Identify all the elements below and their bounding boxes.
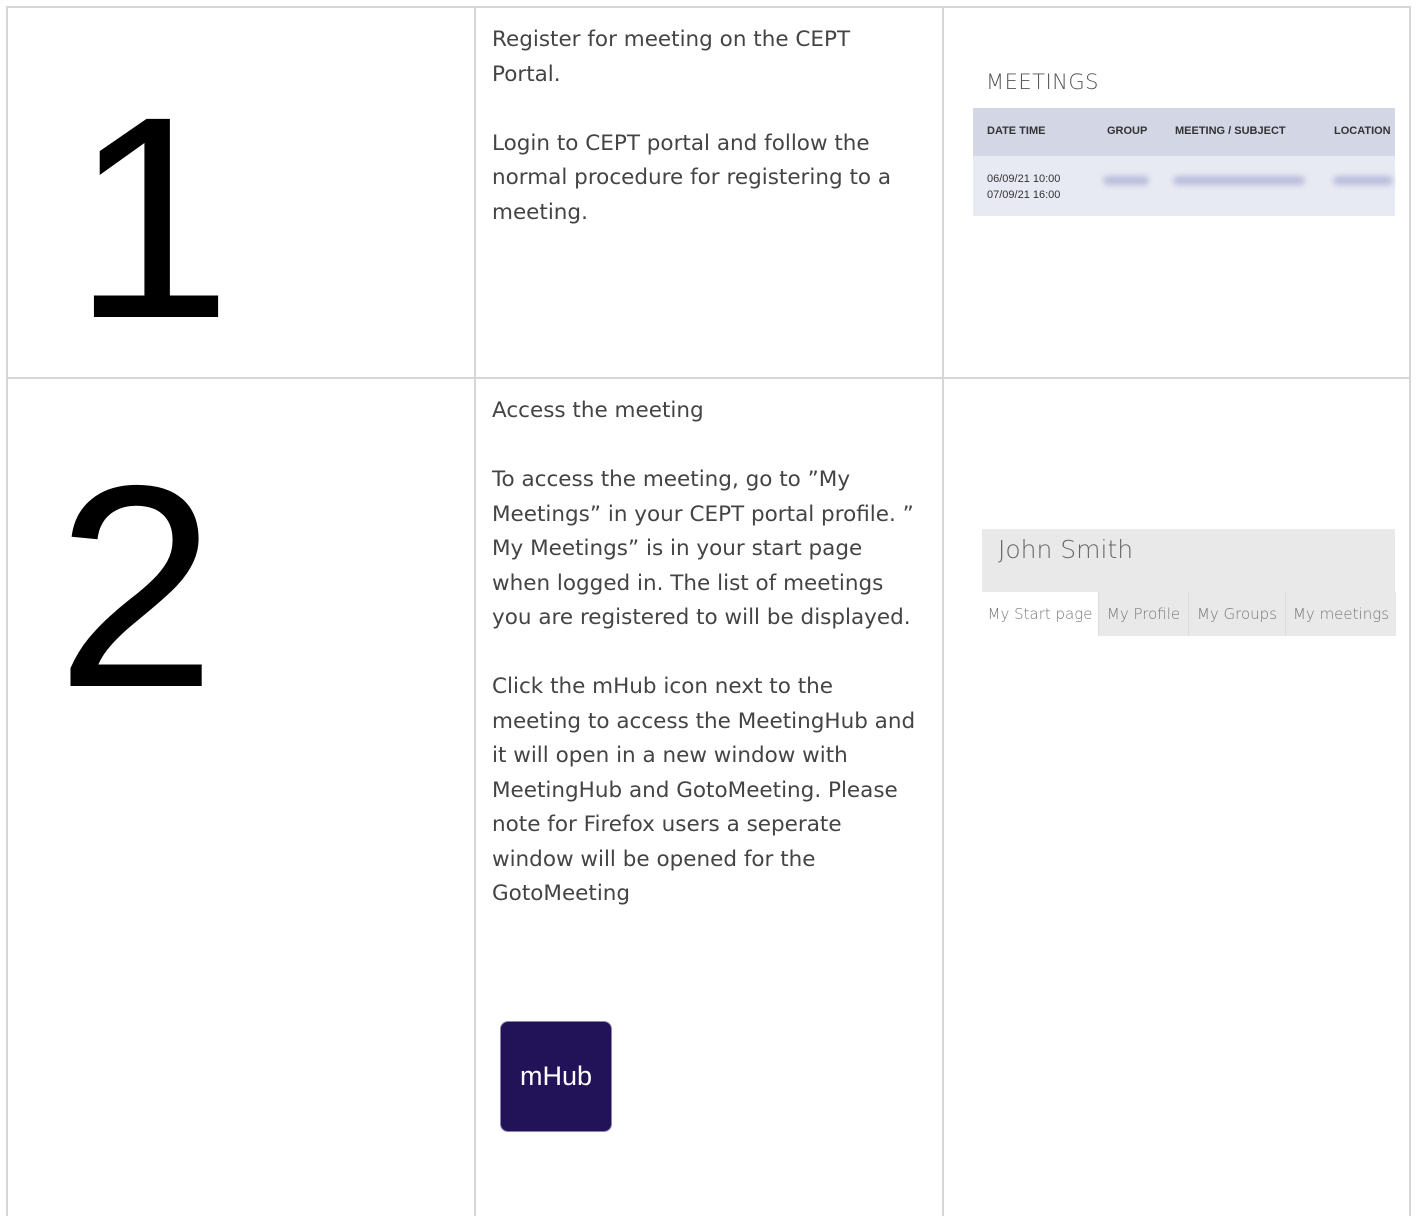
step-2-instructions: Access the meeting To access the meeting… xyxy=(492,394,922,912)
step-number-1: 1 xyxy=(72,57,233,379)
table-row[interactable]: 06/09/21 10:00 07/09/21 16:00 xyxy=(973,156,1395,216)
redacted-subject xyxy=(1173,176,1305,185)
redacted-location xyxy=(1333,176,1393,185)
step-1-instructions: Register for meeting on the CEPT Portal.… xyxy=(492,23,922,230)
tab-my-profile[interactable]: My Profile xyxy=(1098,592,1188,636)
mhub-label: mHub xyxy=(519,1061,593,1091)
meetings-table-header: DATE TIME GROUP MEETING / SUBJECT LOCATI… xyxy=(973,108,1395,156)
meeting-end: 07/09/21 16:00 xyxy=(987,189,1061,201)
column-divider-2 xyxy=(942,6,944,1216)
mhub-icon[interactable]: mHub xyxy=(500,1021,612,1132)
column-date-time: DATE TIME xyxy=(987,125,1046,137)
column-location: LOCATION xyxy=(1334,125,1391,137)
meeting-start: 06/09/21 10:00 xyxy=(987,173,1061,185)
table-top-border xyxy=(6,6,1411,8)
table-left-border xyxy=(6,6,8,1216)
meetings-title: MEETINGS xyxy=(986,70,1099,94)
step-2-body-2: Click the mHub icon next to the meeting … xyxy=(492,674,916,906)
column-group: GROUP xyxy=(1107,125,1148,137)
tab-my-start-page[interactable]: My Start page xyxy=(982,592,1098,636)
table-right-border xyxy=(1409,6,1411,1216)
profile-tabs: My Start page My Profile My Groups My me… xyxy=(982,592,1396,636)
step-2-body: To access the meeting, go to ”My Meeting… xyxy=(492,467,914,630)
meetings-table: DATE TIME GROUP MEETING / SUBJECT LOCATI… xyxy=(973,108,1395,216)
step-1-heading: Register for meeting on the CEPT Portal. xyxy=(492,27,851,87)
tab-my-meetings[interactable]: My meetings xyxy=(1285,592,1396,636)
redacted-group xyxy=(1103,176,1149,185)
profile-name: John Smith xyxy=(998,535,1134,564)
step-1-body: Login to CEPT portal and follow the norm… xyxy=(492,130,892,225)
column-meeting-subject: MEETING / SUBJECT xyxy=(1175,125,1286,137)
step-number-2: 2 xyxy=(56,426,217,748)
profile-header: John Smith xyxy=(982,529,1395,592)
column-divider-1 xyxy=(474,6,476,1216)
tab-my-groups[interactable]: My Groups xyxy=(1188,592,1285,636)
step-2-heading: Access the meeting xyxy=(492,398,704,423)
